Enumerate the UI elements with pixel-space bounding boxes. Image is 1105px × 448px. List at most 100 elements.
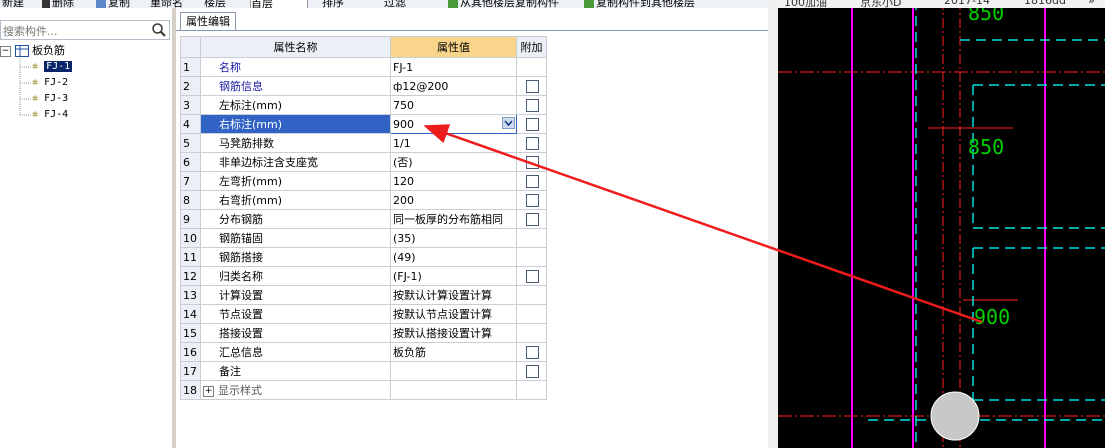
extra-checkbox[interactable] <box>526 364 539 378</box>
extra-checkbox[interactable] <box>526 269 539 283</box>
property-value[interactable]: 750 <box>390 95 517 115</box>
cad-drawing-area[interactable]: 850 850 900 <box>778 0 1105 448</box>
bookmark-item[interactable]: 京东小D <box>860 0 901 8</box>
gear-icon: ✲ <box>32 109 39 120</box>
copy-from-other-floor-button[interactable]: 从其他楼层复制构件 <box>448 0 559 8</box>
expand-icon[interactable]: + <box>203 385 214 397</box>
tab-property-edit[interactable]: 属性编辑 <box>180 12 236 31</box>
bookmark-item[interactable]: 1816dd <box>1024 0 1066 7</box>
property-value[interactable]: 1/1 <box>390 133 517 153</box>
property-row[interactable]: 18 + 显示样式 <box>180 380 547 400</box>
property-row[interactable]: 5 马凳筋排数 1/1 <box>180 133 547 153</box>
property-name[interactable]: 分布钢筋 <box>200 209 391 229</box>
property-row[interactable]: 14 节点设置 按默认节点设置计算 <box>180 304 547 324</box>
property-name[interactable]: 搭接设置 <box>200 323 391 343</box>
property-name[interactable]: 计算设置 <box>200 285 391 305</box>
property-name[interactable]: 马凳筋排数 <box>200 133 391 153</box>
property-value[interactable]: 按默认节点设置计算 <box>390 304 517 324</box>
copy-to-other-floor-button[interactable]: 复制构件到其他楼层 <box>584 0 695 8</box>
property-value[interactable]: 200 <box>390 190 517 210</box>
property-value[interactable]: (FJ-1) <box>390 266 517 286</box>
extra-checkbox[interactable] <box>526 136 539 150</box>
property-name[interactable]: 右标注(mm) <box>200 114 391 134</box>
property-name[interactable]: 右弯折(mm) <box>200 190 391 210</box>
property-value[interactable]: 按默认搭接设置计算 <box>390 323 517 343</box>
tree-root[interactable]: − 板负筋 <box>0 44 65 58</box>
search-input[interactable]: 搜索构件... <box>3 23 58 39</box>
property-value[interactable]: 板负筋 <box>390 342 517 362</box>
floor-select[interactable]: 首层 <box>250 0 308 8</box>
property-name[interactable]: 钢筋搭接 <box>200 247 391 267</box>
tree-item[interactable]: ✲ FJ-3 <box>32 92 68 106</box>
property-name[interactable]: 左标注(mm) <box>200 95 391 115</box>
property-name[interactable]: 钢筋信息 <box>200 76 391 96</box>
property-name[interactable]: 汇总信息 <box>200 342 391 362</box>
property-value[interactable]: (35) <box>390 228 517 248</box>
property-value[interactable] <box>390 361 517 381</box>
bookmark-item[interactable]: 100加油 <box>784 0 827 8</box>
axis-bubble[interactable] <box>930 391 980 441</box>
property-value[interactable]: FJ-1 <box>390 57 517 77</box>
property-value[interactable]: ф12@200 <box>390 76 517 96</box>
extra-checkbox[interactable] <box>526 174 539 188</box>
row-number: 12 <box>180 266 201 286</box>
property-name[interactable]: 钢筋锚固 <box>200 228 391 248</box>
property-row[interactable]: 13 计算设置 按默认计算设置计算 <box>180 285 547 305</box>
extra-checkbox[interactable] <box>526 193 539 207</box>
property-name[interactable]: 非单边标注含支座宽 <box>200 152 391 172</box>
chevron-down-icon[interactable] <box>502 117 515 129</box>
tree-item[interactable]: ✲ FJ-2 <box>32 76 68 90</box>
search-icon[interactable] <box>151 22 167 38</box>
bookmark-item[interactable]: 2017-14 <box>944 0 990 7</box>
property-value-input[interactable]: 900 <box>393 118 414 131</box>
property-name[interactable]: 名称 <box>200 57 391 77</box>
copy-button[interactable]: 复制 <box>96 0 130 8</box>
tree-item[interactable]: ✲ FJ-4 <box>32 108 68 122</box>
property-name[interactable]: 左弯折(mm) <box>200 171 391 191</box>
property-row[interactable]: 1 名称 FJ-1 <box>180 57 547 77</box>
property-value[interactable]: 按默认计算设置计算 <box>390 285 517 305</box>
property-name[interactable]: + 显示样式 <box>200 380 391 400</box>
extra-header[interactable]: 附加 <box>516 36 547 58</box>
property-row[interactable]: 16 汇总信息 板负筋 <box>180 342 547 362</box>
tree-item[interactable]: ✲ FJ-1 <box>32 60 73 74</box>
extra-checkbox[interactable] <box>526 212 539 226</box>
extra-checkbox[interactable] <box>526 155 539 169</box>
extra-checkbox[interactable] <box>526 79 539 93</box>
extra-checkbox[interactable] <box>526 98 539 112</box>
extra-checkbox[interactable] <box>526 117 539 131</box>
property-row[interactable]: 9 分布钢筋 同一板厚的分布筋相同 <box>180 209 547 229</box>
property-row[interactable]: 3 左标注(mm) 750 <box>180 95 547 115</box>
property-name[interactable]: 备注 <box>200 361 391 381</box>
search-box[interactable]: 搜索构件... <box>0 20 170 40</box>
delete-button[interactable]: 删除 <box>42 0 74 8</box>
property-name[interactable]: 归类名称 <box>200 266 391 286</box>
extra-checkbox[interactable] <box>526 345 539 359</box>
filter-button[interactable]: 过滤 <box>384 0 406 8</box>
property-value[interactable]: (49) <box>390 247 517 267</box>
collapse-icon[interactable]: − <box>0 45 11 57</box>
sort-button[interactable]: 排序 <box>322 0 344 8</box>
extra-cell <box>516 76 547 96</box>
new-button[interactable]: 新建 <box>2 0 24 8</box>
property-row[interactable]: 6 非单边标注含支座宽 (否) <box>180 152 547 172</box>
property-value-header[interactable]: 属性值 <box>390 36 517 58</box>
property-row[interactable]: 7 左弯折(mm) 120 <box>180 171 547 191</box>
property-value[interactable] <box>390 380 517 400</box>
property-row[interactable]: 2 钢筋信息 ф12@200 <box>180 76 547 96</box>
property-name[interactable]: 节点设置 <box>200 304 391 324</box>
property-row[interactable]: 10 钢筋锚固 (35) <box>180 228 547 248</box>
property-value[interactable]: 900 <box>390 114 517 134</box>
property-value[interactable]: 120 <box>390 171 517 191</box>
property-row[interactable]: 4 右标注(mm) 900 <box>180 114 547 134</box>
property-value[interactable]: (否) <box>390 152 517 172</box>
bookmark-more[interactable]: » <box>1088 0 1095 7</box>
property-row[interactable]: 11 钢筋搭接 (49) <box>180 247 547 267</box>
property-value[interactable]: 同一板厚的分布筋相同 <box>390 209 517 229</box>
property-name-header[interactable]: 属性名称 <box>200 36 391 58</box>
property-row[interactable]: 8 右弯折(mm) 200 <box>180 190 547 210</box>
rename-button[interactable]: 重命名 <box>150 0 183 8</box>
property-row[interactable]: 17 备注 <box>180 361 547 381</box>
property-row[interactable]: 15 搭接设置 按默认搭接设置计算 <box>180 323 547 343</box>
property-row[interactable]: 12 归类名称 (FJ-1) <box>180 266 547 286</box>
